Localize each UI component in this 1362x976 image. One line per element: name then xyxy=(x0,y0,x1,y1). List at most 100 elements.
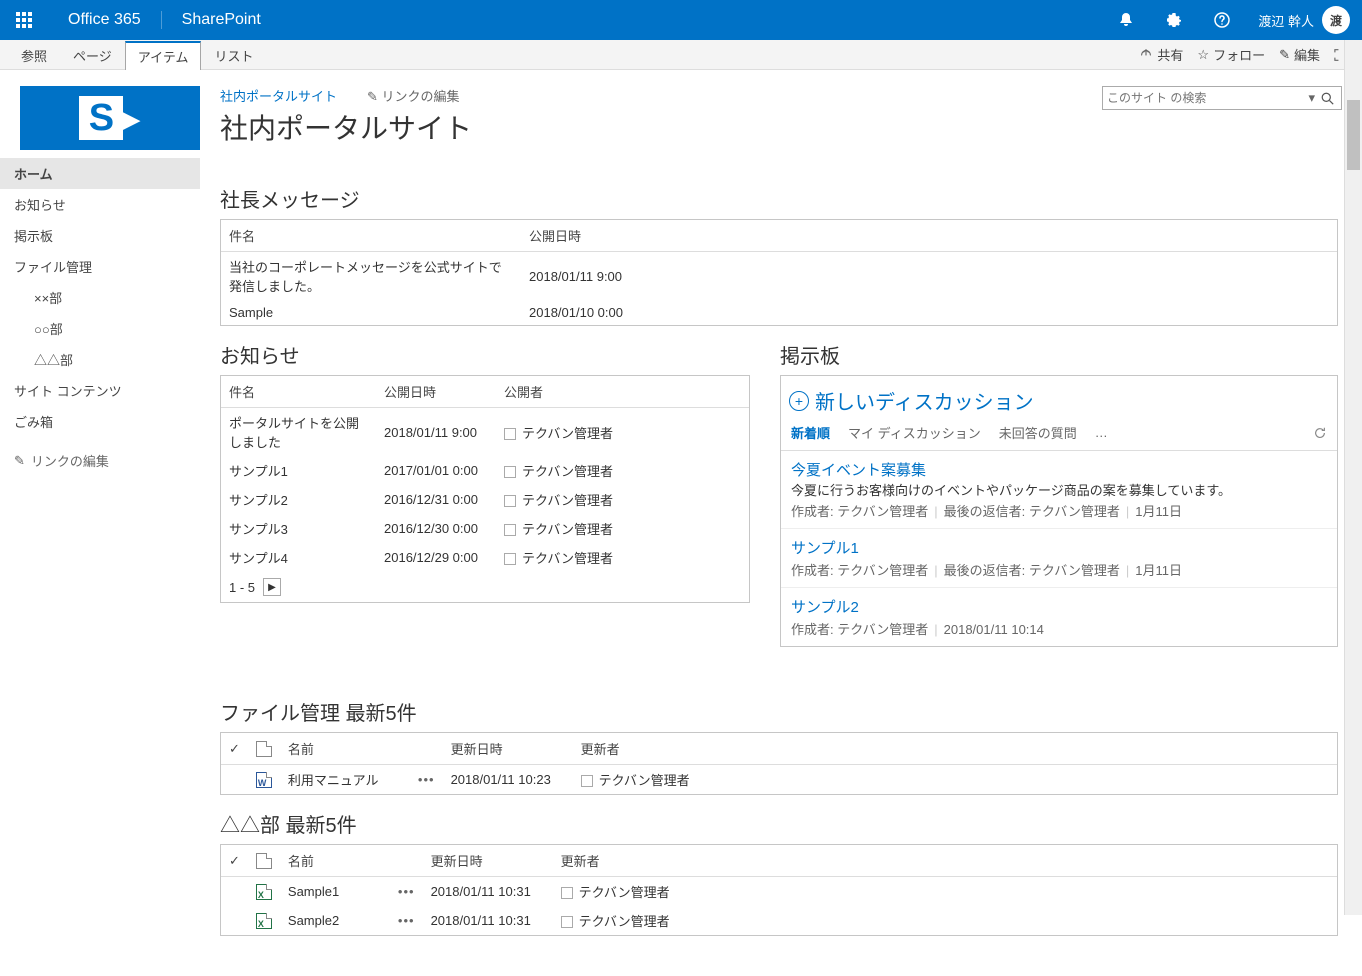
list-row[interactable]: 当社のコーポレートメッセージを公式サイトで発信しました。2018/01/11 9… xyxy=(221,252,1337,301)
search-box[interactable]: ▾ xyxy=(1102,86,1342,110)
discussion-tab-unanswered[interactable]: 未回答の質問 xyxy=(999,423,1077,442)
list-row[interactable]: ポータルサイトを公開しました2018/01/11 9:00テクバン管理者 xyxy=(221,408,749,457)
item-menu-icon[interactable]: ••• xyxy=(398,913,415,928)
search-icon[interactable] xyxy=(1318,92,1337,105)
dept-file-list: ✓ 名前 更新日時 更新者 Sample1•••2018/01/11 10:31… xyxy=(220,844,1338,936)
refresh-icon[interactable] xyxy=(1313,426,1327,440)
list-row[interactable]: Sample2018/01/10 0:00 xyxy=(221,300,1337,325)
site-header: S▸ 社内ポータルサイト ✎ リンクの編集 社内ポータルサイト ▾ xyxy=(0,70,1362,158)
user-menu[interactable]: 渡辺 幹人 渡 xyxy=(1246,6,1362,34)
search-input[interactable] xyxy=(1107,91,1305,105)
pager-next-icon[interactable]: ▶ xyxy=(263,578,281,596)
cell-subject: サンプル3 xyxy=(221,514,376,543)
user-avatar-icon: 渡 xyxy=(1322,6,1350,34)
col-name[interactable]: 名前 xyxy=(280,845,390,877)
sharepoint-link[interactable]: SharePoint xyxy=(161,11,281,29)
checkbox[interactable] xyxy=(504,428,516,440)
list-row[interactable]: サンプル32016/12/30 0:00テクバン管理者 xyxy=(221,514,749,543)
cell-modifier: テクバン管理者 xyxy=(553,877,1337,907)
row-checkbox[interactable] xyxy=(221,765,248,795)
col-published[interactable]: 公開日時 xyxy=(376,376,496,408)
nav-item[interactable]: 掲示板 xyxy=(0,220,200,251)
list-row[interactable]: サンプル12017/01/01 0:00テクバン管理者 xyxy=(221,456,749,485)
col-select[interactable]: ✓ xyxy=(221,845,248,877)
checkbox[interactable] xyxy=(561,887,573,899)
col-modifier[interactable]: 更新者 xyxy=(553,845,1337,877)
nav-item[interactable]: ごみ箱 xyxy=(0,406,200,437)
file-list: ✓ 名前 更新日時 更新者 利用マニュアル•••2018/01/11 10:23… xyxy=(220,732,1338,795)
col-publisher[interactable]: 公開者 xyxy=(496,376,749,408)
item-menu-icon[interactable]: ••• xyxy=(418,772,435,787)
discussion-meta: 作成者: テクバン管理者|2018/01/11 10:14 xyxy=(791,619,1327,638)
discussion-tab-recent[interactable]: 新着順 xyxy=(791,423,830,442)
row-checkbox[interactable] xyxy=(221,877,248,907)
discussion-tab-mine[interactable]: マイ ディスカッション xyxy=(848,423,981,442)
ribbon-tabs: 参照 ページ アイテム リスト 共有 ☆ フォロー ✎ 編集 xyxy=(0,40,1362,70)
vertical-scrollbar[interactable] xyxy=(1344,40,1362,915)
new-discussion-button[interactable]: + 新しいディスカッション xyxy=(781,376,1337,419)
nav-item[interactable]: ファイル管理 xyxy=(0,251,200,282)
item-menu-icon[interactable]: ••• xyxy=(398,884,415,899)
ribbon-tab-items[interactable]: アイテム xyxy=(125,41,202,70)
notifications-icon[interactable] xyxy=(1102,0,1150,40)
checkbox[interactable] xyxy=(581,775,593,787)
file-name[interactable]: Sample1 xyxy=(280,877,390,907)
discussion-title-link[interactable]: サンプル2 xyxy=(791,596,1327,617)
checkbox[interactable] xyxy=(504,495,516,507)
nav-item[interactable]: ××部 xyxy=(0,282,200,313)
file-name[interactable]: Sample2 xyxy=(280,906,390,935)
list-row[interactable]: サンプル42016/12/29 0:00テクバン管理者 xyxy=(221,543,749,572)
app-launcher-icon[interactable] xyxy=(0,0,48,40)
checkbox[interactable] xyxy=(504,524,516,536)
col-modified[interactable]: 更新日時 xyxy=(423,845,553,877)
list-row[interactable]: サンプル22016/12/31 0:00テクバン管理者 xyxy=(221,485,749,514)
nav-edit-links[interactable]: ✎ リンクの編集 xyxy=(0,437,200,484)
cell-publisher: テクバン管理者 xyxy=(496,485,749,514)
col-type-icon[interactable] xyxy=(248,845,280,877)
checkbox[interactable] xyxy=(504,466,516,478)
search-scope-chevron-icon[interactable]: ▾ xyxy=(1305,90,1318,106)
scrollbar-thumb[interactable] xyxy=(1347,100,1360,170)
site-logo-icon[interactable]: S▸ xyxy=(20,86,200,150)
col-select[interactable]: ✓ xyxy=(221,733,248,765)
nav-item[interactable]: サイト コンテンツ xyxy=(0,375,200,406)
col-type-icon[interactable] xyxy=(248,733,280,765)
discussion-tab-more[interactable]: … xyxy=(1095,425,1108,440)
cell-published: 2018/01/11 9:00 xyxy=(376,408,496,457)
nav-item[interactable]: ○○部 xyxy=(0,313,200,344)
file-name[interactable]: 利用マニュアル xyxy=(280,765,410,795)
col-subject[interactable]: 件名 xyxy=(221,220,521,252)
file-row[interactable]: Sample1•••2018/01/11 10:31テクバン管理者 xyxy=(221,877,1337,907)
nav-item[interactable]: △△部 xyxy=(0,344,200,375)
col-published[interactable]: 公開日時 xyxy=(521,220,1337,252)
share-button[interactable]: 共有 xyxy=(1139,45,1183,64)
ribbon-tab-page[interactable]: ページ xyxy=(60,40,125,69)
file-row[interactable]: Sample2•••2018/01/11 10:31テクバン管理者 xyxy=(221,906,1337,935)
breadcrumb-site-link[interactable]: 社内ポータルサイト xyxy=(220,86,337,105)
checkbox[interactable] xyxy=(561,916,573,928)
ribbon-tab-browse[interactable]: 参照 xyxy=(8,40,60,69)
col-modifier[interactable]: 更新者 xyxy=(573,733,1337,765)
edit-button[interactable]: ✎ 編集 xyxy=(1279,45,1320,64)
discussion-title-link[interactable]: 今夏イベント案募集 xyxy=(791,459,1327,480)
cell-published: 2016/12/31 0:00 xyxy=(376,485,496,514)
webpart-title-discussion: 掲示板 xyxy=(780,340,1338,369)
follow-button[interactable]: ☆ フォロー xyxy=(1197,45,1265,64)
file-row[interactable]: 利用マニュアル•••2018/01/11 10:23テクバン管理者 xyxy=(221,765,1337,795)
col-subject[interactable]: 件名 xyxy=(221,376,376,408)
file-icon xyxy=(256,853,272,869)
checkbox[interactable] xyxy=(504,553,516,565)
excel-file-icon xyxy=(256,884,272,900)
nav-item[interactable]: お知らせ xyxy=(0,189,200,220)
page-title: 社内ポータルサイト xyxy=(220,107,1102,147)
settings-icon[interactable] xyxy=(1150,0,1198,40)
office365-link[interactable]: Office 365 xyxy=(48,11,161,29)
discussion-title-link[interactable]: サンプル1 xyxy=(791,537,1327,558)
nav-item[interactable]: ホーム xyxy=(0,158,200,189)
col-name[interactable]: 名前 xyxy=(280,733,410,765)
ribbon-tab-list[interactable]: リスト xyxy=(201,40,266,69)
help-icon[interactable] xyxy=(1198,0,1246,40)
edit-links-top[interactable]: ✎ リンクの編集 xyxy=(367,86,460,105)
row-checkbox[interactable] xyxy=(221,906,248,935)
col-modified[interactable]: 更新日時 xyxy=(443,733,573,765)
